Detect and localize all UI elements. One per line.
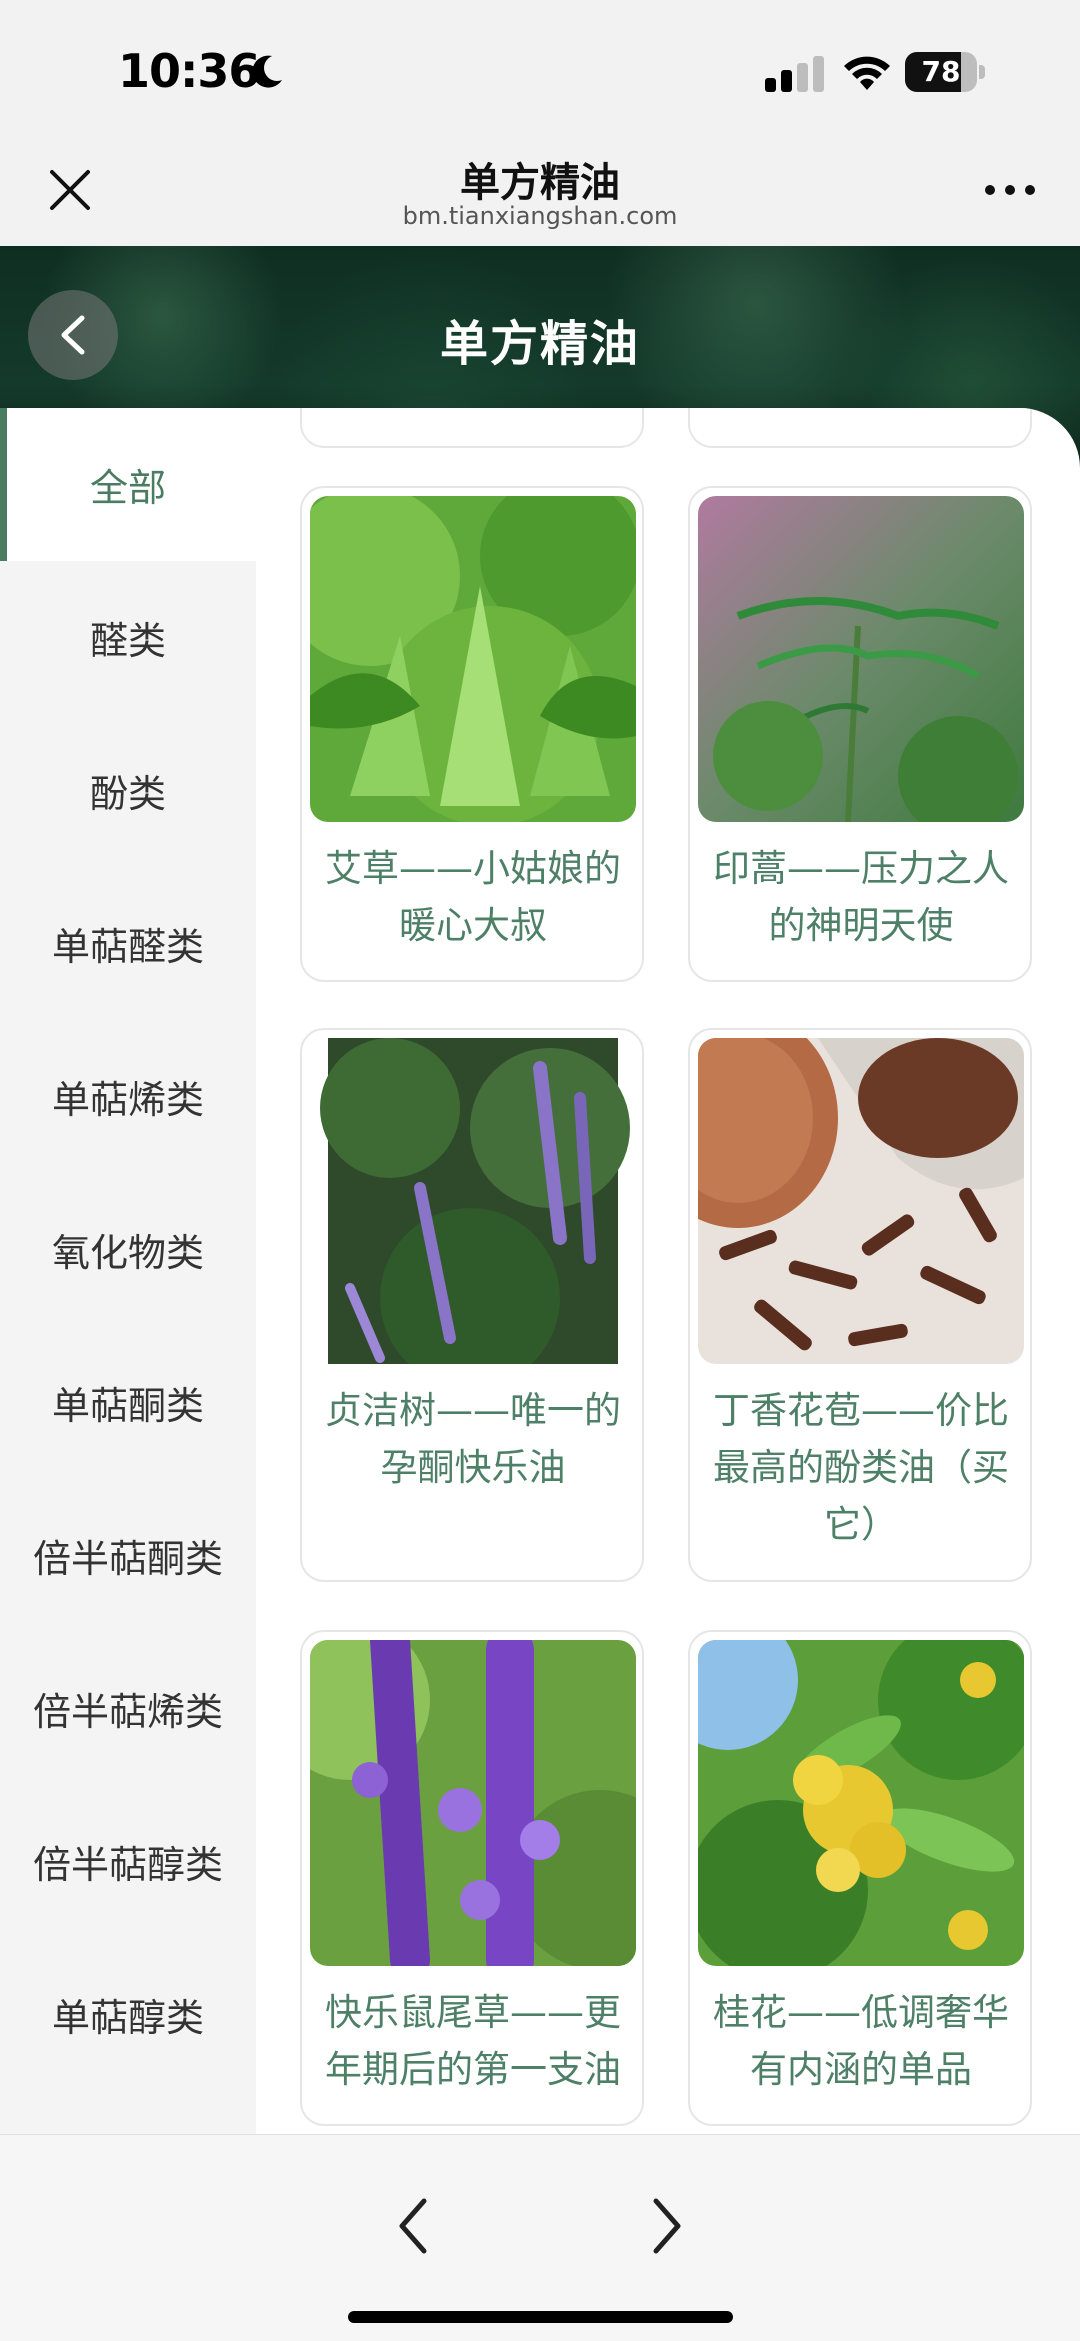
sidebar-item-monoterpene-aldehydes[interactable]: 单萜醛类	[0, 867, 256, 1020]
sidebar-item-sesquiterpene-ketones[interactable]: 倍半萜酮类	[0, 1479, 256, 1632]
sidebar-item-monoterpenes[interactable]: 单萜烯类	[0, 1020, 256, 1173]
sidebar-item-aldehydes[interactable]: 醛类	[0, 561, 256, 714]
sidebar-item-sesquiterpenes[interactable]: 倍半萜烯类	[0, 1632, 256, 1785]
product-card-partial[interactable]	[688, 408, 1032, 448]
product-image-mugwort	[310, 496, 636, 822]
page: 10:36 78 单方精油 bm.tianxiangshan.com 单方精油 …	[0, 0, 1080, 2341]
browser-bottom-bar	[0, 2134, 1080, 2341]
product-title: 丁香花苞——价比最高的酚类油（买它）	[713, 1389, 1009, 1546]
battery-icon: 78	[905, 52, 985, 92]
product-image-davana	[698, 496, 1024, 822]
battery-percentage: 78	[921, 55, 961, 88]
home-indicator	[348, 2311, 733, 2323]
product-image-clary-sage	[310, 1640, 636, 1966]
status-bar: 10:36 78	[0, 0, 1080, 140]
chevron-left-icon[interactable]	[388, 2191, 438, 2261]
product-image-clove-buds	[698, 1038, 1024, 1364]
sidebar-item-phenols[interactable]: 酚类	[0, 714, 256, 867]
more-options-icon[interactable]	[980, 180, 1040, 200]
product-title: 桂花——低调奢华有内涵的单品	[713, 1991, 1009, 2091]
category-sidebar: 全部 醛类 酚类 单萜醛类 单萜烯类 氧化物类 单萜酮类 倍半萜酮类 倍半萜烯类…	[0, 408, 256, 2134]
product-image-chaste-tree	[310, 1038, 636, 1364]
product-card-partial[interactable]	[300, 408, 644, 448]
moon-icon	[252, 55, 282, 88]
banner-title: 单方精油	[439, 316, 640, 372]
product-title: 快乐鼠尾草——更年期后的第一支油	[325, 1991, 621, 2091]
product-image-osmanthus	[698, 1640, 1024, 1966]
product-title: 印蒿——压力之人的神明天使	[713, 847, 1009, 947]
product-title: 贞洁树——唯一的孕酮快乐油	[325, 1389, 621, 1489]
product-card[interactable]: 丁香花苞——价比最高的酚类油（买它）	[688, 1028, 1032, 1582]
browser-header: 单方精油 bm.tianxiangshan.com	[0, 140, 1080, 246]
sidebar-item-all[interactable]: 全部	[0, 408, 256, 561]
status-time: 10:36	[118, 44, 260, 98]
page-domain: bm.tianxiangshan.com	[402, 202, 678, 230]
chevron-right-icon[interactable]	[642, 2191, 692, 2261]
sidebar-item-monoterpene-alcohols[interactable]: 单萜醇类	[0, 1938, 256, 2091]
product-card[interactable]: 艾草——小姑娘的暖心大叔	[300, 486, 644, 982]
sidebar-item-oxides[interactable]: 氧化物类	[0, 1173, 256, 1326]
page-title: 单方精油	[460, 160, 620, 206]
cellular-signal-icon	[765, 56, 824, 92]
product-title: 艾草——小姑娘的暖心大叔	[325, 847, 621, 947]
product-card[interactable]: 贞洁树——唯一的孕酮快乐油	[300, 1028, 644, 1582]
content-panel: 全部 醛类 酚类 单萜醛类 单萜烯类 氧化物类 单萜酮类 倍半萜酮类 倍半萜烯类…	[0, 408, 1080, 2134]
product-card[interactable]: 桂花——低调奢华有内涵的单品	[688, 1630, 1032, 2126]
sidebar-item-monoterpene-ketones[interactable]: 单萜酮类	[0, 1326, 256, 1479]
sidebar-item-sesquiterpene-alcohols[interactable]: 倍半萜醇类	[0, 1785, 256, 1938]
product-card[interactable]: 快乐鼠尾草——更年期后的第一支油	[300, 1630, 644, 2126]
product-card[interactable]: 印蒿——压力之人的神明天使	[688, 486, 1032, 982]
wifi-icon	[844, 56, 890, 90]
